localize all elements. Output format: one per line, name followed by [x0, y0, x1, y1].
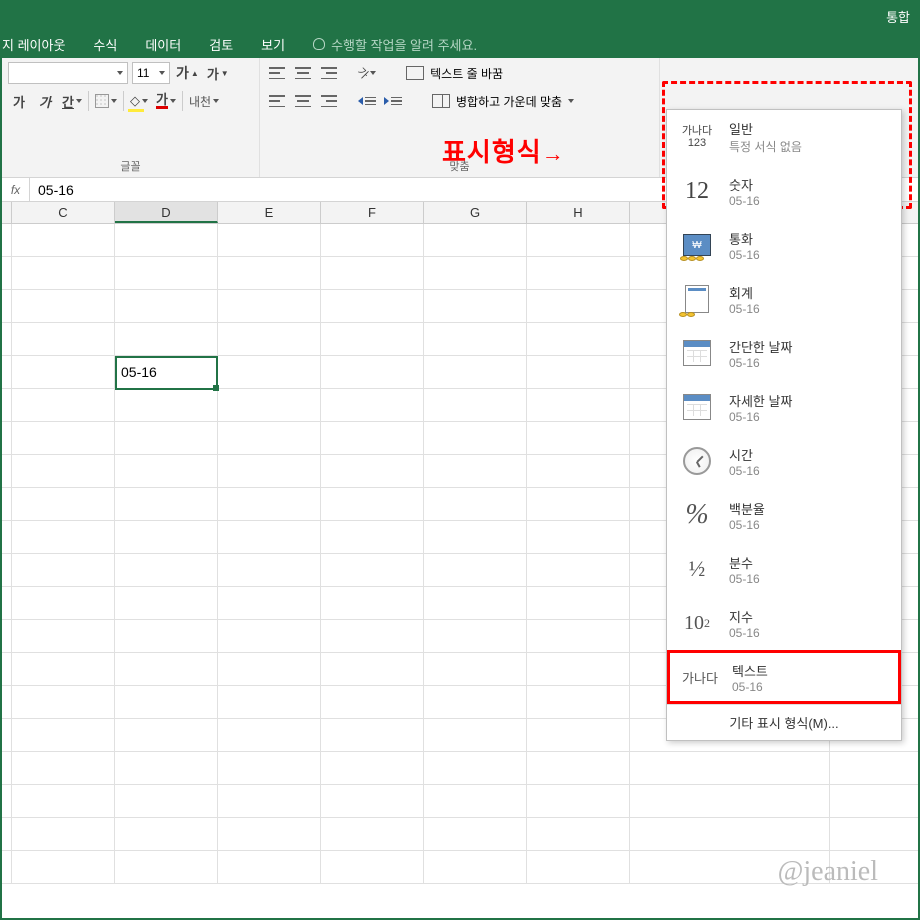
clock-icon [679, 443, 715, 479]
border-grid-icon [95, 94, 109, 108]
increase-indent-button[interactable] [382, 90, 404, 112]
percentage-icon: % [679, 497, 715, 533]
number-format-menu: 가나다 123 일반특정 서식 없음 12 숫자05-16 ₩ 통화05-16 … [666, 109, 902, 741]
decrease-indent-button[interactable] [356, 90, 378, 112]
general-icon: 가나다 123 [679, 119, 715, 155]
format-percentage[interactable]: % 백분율05-16 [667, 488, 901, 542]
tab-data[interactable]: 데이터 [145, 35, 181, 54]
more-formats[interactable]: 기타 표시 형식(M)... [667, 704, 901, 740]
chevron-down-icon [111, 99, 117, 103]
title-bar: 통합 [2, 2, 918, 30]
ribbon-tabs: 지 레이아웃 수식 데이터 검토 보기 수행할 작업을 알려 주세요. [2, 30, 918, 58]
col-header-corner[interactable] [2, 202, 12, 223]
font-group-label: 글꼴 [8, 156, 253, 176]
font-size-dropdown[interactable]: 11 [132, 62, 170, 84]
font-size-value: 11 [137, 66, 149, 80]
chevron-down-icon [76, 99, 82, 103]
accounting-icon [679, 281, 715, 317]
fx-icon[interactable]: fx [2, 178, 30, 201]
col-header-c[interactable]: C [12, 202, 115, 223]
bold-button[interactable]: 가 [8, 90, 30, 112]
borders-button[interactable] [93, 90, 119, 112]
col-header-d[interactable]: D [115, 202, 218, 223]
currency-icon: ₩ [679, 227, 715, 263]
scientific-icon: 102 [679, 605, 715, 641]
italic-button[interactable]: 가 [34, 90, 56, 112]
align-top-button[interactable] [266, 62, 288, 84]
chevron-down-icon [117, 71, 123, 75]
tab-review[interactable]: 검토 [209, 35, 233, 54]
wrap-text-button[interactable]: 텍스트 줄 바꿈 [406, 65, 503, 82]
calendar-detail-icon [679, 389, 715, 425]
tab-formulas[interactable]: 수식 [93, 35, 117, 54]
text-icon: 가나다 [682, 659, 718, 695]
font-group: 11 가▲ 가▼ 가 가 간 ◇ 가 내천 글꼴 [2, 58, 260, 177]
merge-icon [432, 94, 450, 108]
align-center-button[interactable] [292, 90, 314, 112]
selected-cell[interactable]: 05-16 [115, 356, 218, 390]
format-scientific[interactable]: 102 지수05-16 [667, 596, 901, 650]
wrap-text-label: 텍스트 줄 바꿈 [430, 65, 503, 82]
font-color-button[interactable]: 가 [154, 90, 178, 112]
align-middle-button[interactable] [292, 62, 314, 84]
wrap-text-icon [406, 66, 424, 80]
col-header-e[interactable]: E [218, 202, 321, 223]
number-icon: 12 [679, 173, 715, 209]
phonetic-button[interactable]: 내천 [187, 90, 221, 112]
format-currency[interactable]: ₩ 통화05-16 [667, 218, 901, 272]
calendar-icon [679, 335, 715, 371]
tell-me-search[interactable]: 수행할 작업을 알려 주세요. [313, 35, 477, 54]
tab-view[interactable]: 보기 [261, 35, 285, 54]
merge-center-button[interactable]: 병합하고 가운데 맞춤 [432, 93, 574, 110]
format-accounting[interactable]: 회계05-16 [667, 272, 901, 326]
chevron-down-icon [213, 99, 219, 103]
col-header-h[interactable]: H [527, 202, 630, 223]
font-family-dropdown[interactable] [8, 62, 128, 84]
format-short-date[interactable]: 간단한 날짜05-16 [667, 326, 901, 380]
align-left-button[interactable] [266, 90, 288, 112]
chevron-down-icon [170, 99, 176, 103]
orientation-button[interactable]: 가 [356, 62, 378, 84]
chevron-down-icon [142, 99, 148, 103]
increase-font-button[interactable]: 가▲ [174, 62, 201, 84]
lightbulb-icon [313, 38, 325, 50]
chevron-down-icon [568, 99, 574, 103]
format-text[interactable]: 가나다 텍스트05-16 [667, 650, 901, 704]
format-number[interactable]: 12 숫자05-16 [667, 164, 901, 218]
format-time[interactable]: 시간05-16 [667, 434, 901, 488]
fraction-icon: ½ [679, 551, 715, 587]
format-general[interactable]: 가나다 123 일반특정 서식 없음 [667, 110, 901, 164]
window-title: 통합 [886, 7, 910, 26]
decrease-font-button[interactable]: 가▼ [205, 62, 231, 84]
align-bottom-button[interactable] [318, 62, 340, 84]
tell-me-label: 수행할 작업을 알려 주세요. [331, 35, 477, 54]
align-right-button[interactable] [318, 90, 340, 112]
underline-button[interactable]: 간 [60, 90, 84, 112]
tab-layout[interactable]: 지 레이아웃 [2, 35, 65, 54]
merge-label: 병합하고 가운데 맞춤 [456, 93, 562, 110]
fill-color-button[interactable]: ◇ [128, 90, 150, 112]
alignment-group: 가 텍스트 줄 바꿈 병합하고 가운데 맞춤 [260, 58, 660, 177]
format-long-date[interactable]: 자세한 날짜05-16 [667, 380, 901, 434]
align-group-label: 맞춤 [266, 156, 653, 176]
col-header-g[interactable]: G [424, 202, 527, 223]
col-header-f[interactable]: F [321, 202, 424, 223]
format-fraction[interactable]: ½ 분수05-16 [667, 542, 901, 596]
chevron-down-icon [159, 71, 165, 75]
